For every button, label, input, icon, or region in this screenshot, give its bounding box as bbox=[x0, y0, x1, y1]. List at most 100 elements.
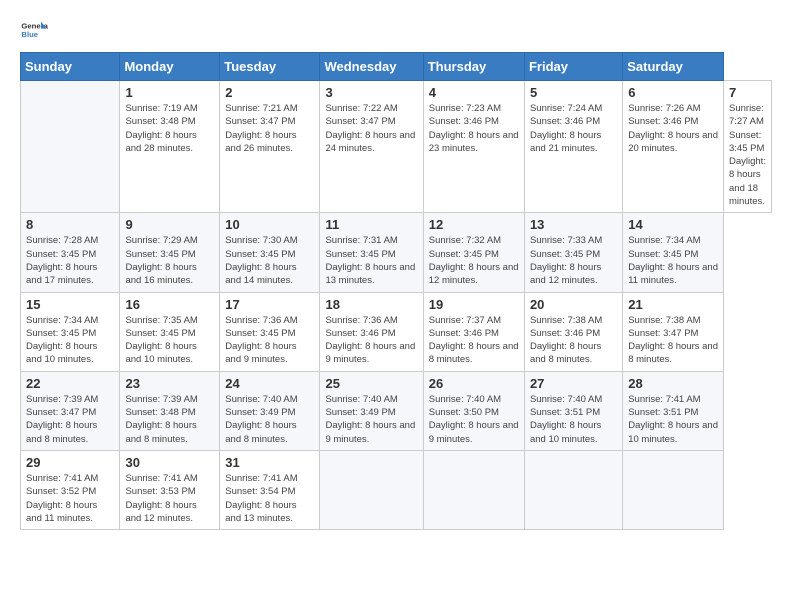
calendar-day-cell: 17 Sunrise: 7:36 AM Sunset: 3:45 PM Dayl… bbox=[220, 292, 320, 371]
day-number: 26 bbox=[429, 376, 519, 391]
calendar-week-row: 8 Sunrise: 7:28 AM Sunset: 3:45 PM Dayli… bbox=[21, 213, 772, 292]
day-number: 30 bbox=[125, 455, 214, 470]
day-number: 19 bbox=[429, 297, 519, 312]
day-number: 6 bbox=[628, 85, 718, 100]
calendar-day-cell: 31 Sunrise: 7:41 AM Sunset: 3:54 PM Dayl… bbox=[220, 450, 320, 529]
svg-text:Blue: Blue bbox=[21, 30, 38, 39]
day-info: Sunrise: 7:36 AM Sunset: 3:46 PM Dayligh… bbox=[325, 314, 417, 367]
calendar-day-header: Saturday bbox=[623, 53, 724, 81]
day-info: Sunrise: 7:31 AM Sunset: 3:45 PM Dayligh… bbox=[325, 234, 417, 287]
day-info: Sunrise: 7:35 AM Sunset: 3:45 PM Dayligh… bbox=[125, 314, 214, 367]
calendar-day-cell: 12 Sunrise: 7:32 AM Sunset: 3:45 PM Dayl… bbox=[423, 213, 524, 292]
day-number: 7 bbox=[729, 85, 766, 100]
day-info: Sunrise: 7:26 AM Sunset: 3:46 PM Dayligh… bbox=[628, 102, 718, 155]
calendar-day-cell: 1 Sunrise: 7:19 AM Sunset: 3:48 PM Dayli… bbox=[120, 81, 220, 213]
day-number: 1 bbox=[125, 85, 214, 100]
calendar-day-header: Thursday bbox=[423, 53, 524, 81]
day-number: 11 bbox=[325, 217, 417, 232]
calendar-week-row: 29 Sunrise: 7:41 AM Sunset: 3:52 PM Dayl… bbox=[21, 450, 772, 529]
calendar-day-cell: 21 Sunrise: 7:38 AM Sunset: 3:47 PM Dayl… bbox=[623, 292, 724, 371]
calendar-day-header: Wednesday bbox=[320, 53, 423, 81]
calendar-day-cell: 20 Sunrise: 7:38 AM Sunset: 3:46 PM Dayl… bbox=[524, 292, 622, 371]
calendar-day-header: Tuesday bbox=[220, 53, 320, 81]
calendar-day-cell: 7 Sunrise: 7:27 AM Sunset: 3:45 PM Dayli… bbox=[724, 81, 772, 213]
day-info: Sunrise: 7:23 AM Sunset: 3:46 PM Dayligh… bbox=[429, 102, 519, 155]
calendar-day-cell bbox=[423, 450, 524, 529]
day-number: 20 bbox=[530, 297, 617, 312]
day-number: 5 bbox=[530, 85, 617, 100]
calendar-day-cell: 6 Sunrise: 7:26 AM Sunset: 3:46 PM Dayli… bbox=[623, 81, 724, 213]
day-number: 22 bbox=[26, 376, 114, 391]
day-number: 15 bbox=[26, 297, 114, 312]
day-info: Sunrise: 7:22 AM Sunset: 3:47 PM Dayligh… bbox=[325, 102, 417, 155]
calendar-day-cell: 15 Sunrise: 7:34 AM Sunset: 3:45 PM Dayl… bbox=[21, 292, 120, 371]
day-info: Sunrise: 7:30 AM Sunset: 3:45 PM Dayligh… bbox=[225, 234, 314, 287]
calendar-day-cell bbox=[524, 450, 622, 529]
day-number: 8 bbox=[26, 217, 114, 232]
calendar-day-cell: 23 Sunrise: 7:39 AM Sunset: 3:48 PM Dayl… bbox=[120, 371, 220, 450]
day-number: 2 bbox=[225, 85, 314, 100]
calendar-day-cell: 30 Sunrise: 7:41 AM Sunset: 3:53 PM Dayl… bbox=[120, 450, 220, 529]
calendar-day-header: Monday bbox=[120, 53, 220, 81]
day-info: Sunrise: 7:27 AM Sunset: 3:45 PM Dayligh… bbox=[729, 102, 766, 208]
calendar-day-cell: 4 Sunrise: 7:23 AM Sunset: 3:46 PM Dayli… bbox=[423, 81, 524, 213]
calendar-week-row: 15 Sunrise: 7:34 AM Sunset: 3:45 PM Dayl… bbox=[21, 292, 772, 371]
calendar-day-cell: 10 Sunrise: 7:30 AM Sunset: 3:45 PM Dayl… bbox=[220, 213, 320, 292]
day-number: 18 bbox=[325, 297, 417, 312]
day-number: 31 bbox=[225, 455, 314, 470]
day-info: Sunrise: 7:39 AM Sunset: 3:48 PM Dayligh… bbox=[125, 393, 214, 446]
calendar-day-cell: 27 Sunrise: 7:40 AM Sunset: 3:51 PM Dayl… bbox=[524, 371, 622, 450]
day-number: 29 bbox=[26, 455, 114, 470]
calendar-day-cell bbox=[623, 450, 724, 529]
calendar-day-cell: 22 Sunrise: 7:39 AM Sunset: 3:47 PM Dayl… bbox=[21, 371, 120, 450]
calendar-day-cell: 3 Sunrise: 7:22 AM Sunset: 3:47 PM Dayli… bbox=[320, 81, 423, 213]
day-info: Sunrise: 7:40 AM Sunset: 3:49 PM Dayligh… bbox=[225, 393, 314, 446]
day-number: 21 bbox=[628, 297, 718, 312]
day-info: Sunrise: 7:40 AM Sunset: 3:51 PM Dayligh… bbox=[530, 393, 617, 446]
day-info: Sunrise: 7:29 AM Sunset: 3:45 PM Dayligh… bbox=[125, 234, 214, 287]
logo-icon: General Blue bbox=[20, 16, 48, 44]
day-info: Sunrise: 7:33 AM Sunset: 3:45 PM Dayligh… bbox=[530, 234, 617, 287]
calendar-header-row: SundayMondayTuesdayWednesdayThursdayFrid… bbox=[21, 53, 772, 81]
day-number: 25 bbox=[325, 376, 417, 391]
day-number: 28 bbox=[628, 376, 718, 391]
day-number: 3 bbox=[325, 85, 417, 100]
day-number: 9 bbox=[125, 217, 214, 232]
day-info: Sunrise: 7:39 AM Sunset: 3:47 PM Dayligh… bbox=[26, 393, 114, 446]
day-info: Sunrise: 7:24 AM Sunset: 3:46 PM Dayligh… bbox=[530, 102, 617, 155]
calendar-day-cell: 2 Sunrise: 7:21 AM Sunset: 3:47 PM Dayli… bbox=[220, 81, 320, 213]
calendar-week-row: 22 Sunrise: 7:39 AM Sunset: 3:47 PM Dayl… bbox=[21, 371, 772, 450]
day-number: 14 bbox=[628, 217, 718, 232]
day-info: Sunrise: 7:38 AM Sunset: 3:46 PM Dayligh… bbox=[530, 314, 617, 367]
calendar-day-cell: 16 Sunrise: 7:35 AM Sunset: 3:45 PM Dayl… bbox=[120, 292, 220, 371]
day-number: 27 bbox=[530, 376, 617, 391]
day-info: Sunrise: 7:41 AM Sunset: 3:51 PM Dayligh… bbox=[628, 393, 718, 446]
calendar-table: SundayMondayTuesdayWednesdayThursdayFrid… bbox=[20, 52, 772, 530]
calendar-day-cell: 9 Sunrise: 7:29 AM Sunset: 3:45 PM Dayli… bbox=[120, 213, 220, 292]
logo: General Blue bbox=[20, 16, 52, 44]
day-info: Sunrise: 7:40 AM Sunset: 3:49 PM Dayligh… bbox=[325, 393, 417, 446]
calendar-day-cell: 19 Sunrise: 7:37 AM Sunset: 3:46 PM Dayl… bbox=[423, 292, 524, 371]
day-info: Sunrise: 7:36 AM Sunset: 3:45 PM Dayligh… bbox=[225, 314, 314, 367]
calendar-day-cell: 11 Sunrise: 7:31 AM Sunset: 3:45 PM Dayl… bbox=[320, 213, 423, 292]
day-info: Sunrise: 7:41 AM Sunset: 3:53 PM Dayligh… bbox=[125, 472, 214, 525]
day-number: 16 bbox=[125, 297, 214, 312]
day-number: 17 bbox=[225, 297, 314, 312]
day-number: 24 bbox=[225, 376, 314, 391]
day-info: Sunrise: 7:40 AM Sunset: 3:50 PM Dayligh… bbox=[429, 393, 519, 446]
calendar-day-cell: 25 Sunrise: 7:40 AM Sunset: 3:49 PM Dayl… bbox=[320, 371, 423, 450]
day-info: Sunrise: 7:28 AM Sunset: 3:45 PM Dayligh… bbox=[26, 234, 114, 287]
calendar-day-header: Friday bbox=[524, 53, 622, 81]
header: General Blue bbox=[20, 16, 772, 44]
day-number: 12 bbox=[429, 217, 519, 232]
day-number: 13 bbox=[530, 217, 617, 232]
day-info: Sunrise: 7:32 AM Sunset: 3:45 PM Dayligh… bbox=[429, 234, 519, 287]
calendar-day-cell: 14 Sunrise: 7:34 AM Sunset: 3:45 PM Dayl… bbox=[623, 213, 724, 292]
day-info: Sunrise: 7:34 AM Sunset: 3:45 PM Dayligh… bbox=[26, 314, 114, 367]
day-info: Sunrise: 7:19 AM Sunset: 3:48 PM Dayligh… bbox=[125, 102, 214, 155]
calendar-day-cell: 13 Sunrise: 7:33 AM Sunset: 3:45 PM Dayl… bbox=[524, 213, 622, 292]
calendar-day-cell: 26 Sunrise: 7:40 AM Sunset: 3:50 PM Dayl… bbox=[423, 371, 524, 450]
day-number: 23 bbox=[125, 376, 214, 391]
day-number: 10 bbox=[225, 217, 314, 232]
calendar-day-cell bbox=[320, 450, 423, 529]
